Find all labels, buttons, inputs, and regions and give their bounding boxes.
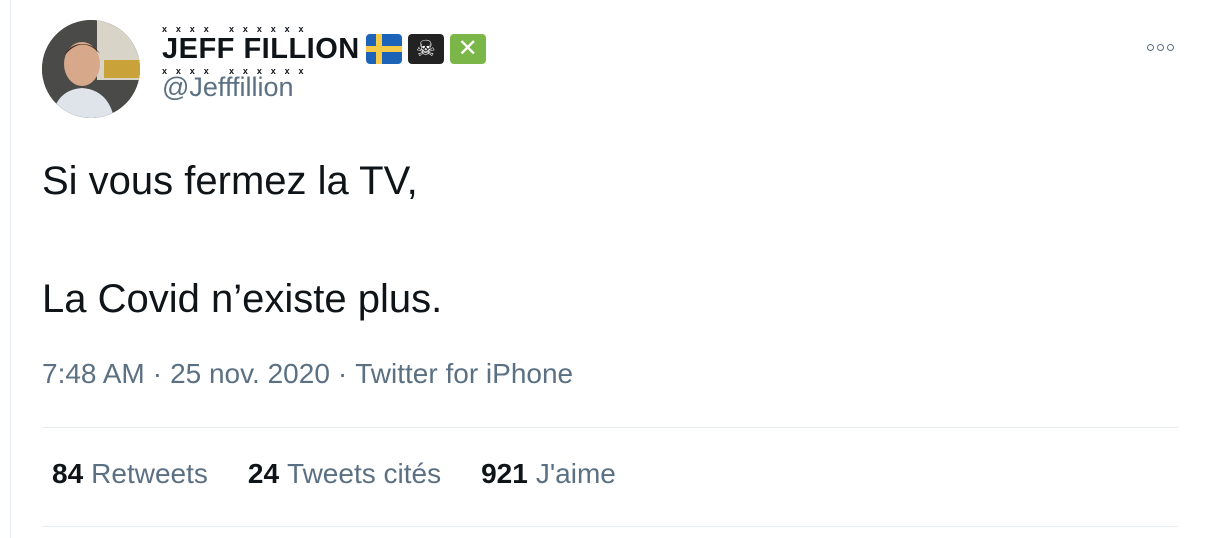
retweets-count: 84 <box>52 458 84 489</box>
more-dot-icon <box>1156 43 1164 51</box>
more-dot-icon <box>1166 43 1174 51</box>
retweets-label: Retweets <box>91 458 208 489</box>
more-dot-icon <box>1146 43 1154 51</box>
divider-top <box>42 427 1178 428</box>
quotes-stat[interactable]: 24 Tweets cités <box>248 458 441 490</box>
tweet-stats: 84 Retweets 24 Tweets cités 921 J'aime <box>52 458 616 490</box>
tweet-date[interactable]: 25 nov. 2020 <box>170 358 330 389</box>
tweet-text: Si vous fermez la TV, La Covid n’existe … <box>42 152 1142 328</box>
tweet-meta: 7:48 AM · 25 nov. 2020 · Twitter for iPhone <box>42 358 573 390</box>
quotes-count: 24 <box>247 458 280 489</box>
pirate-flag-icon: ☠ <box>407 34 444 64</box>
tweet-time[interactable]: 7:48 AM <box>42 358 145 389</box>
left-border <box>10 0 11 538</box>
meta-separator: · <box>152 358 163 389</box>
avatar[interactable] <box>42 20 140 118</box>
retweets-stat[interactable]: 84 Retweets <box>52 458 208 490</box>
cross-mark-icon: ✕ <box>449 34 486 64</box>
tweet-line-2: La Covid n’existe plus. <box>42 277 443 321</box>
divider-bottom <box>42 526 1178 527</box>
sweden-flag-icon <box>365 34 402 64</box>
likes-stat[interactable]: 921 J'aime <box>481 458 616 490</box>
likes-label: J'aime <box>535 458 616 489</box>
tweet-source[interactable]: Twitter for iPhone <box>355 358 573 389</box>
author-name-row[interactable]: JEFF FILLION ☠ ✕ <box>162 24 486 76</box>
tweet-line-1: Si vous fermez la TV, <box>42 159 418 203</box>
author-handle[interactable]: @Jefffillion <box>162 72 293 103</box>
meta-separator: · <box>337 358 348 389</box>
display-name[interactable]: JEFF FILLION <box>162 24 360 76</box>
quotes-label: Tweets cités <box>287 458 442 489</box>
avatar-image <box>42 20 140 118</box>
more-options-button[interactable] <box>1140 36 1180 58</box>
likes-count: 921 <box>481 458 528 489</box>
